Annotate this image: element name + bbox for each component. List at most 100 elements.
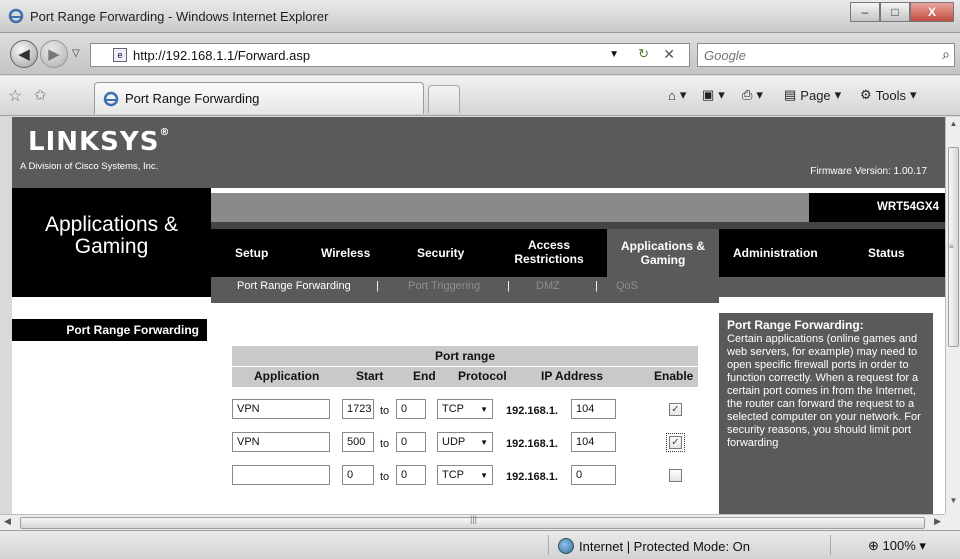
add-favorites-icon[interactable]: ✩ bbox=[34, 86, 47, 104]
zoom-icon: ⊕ bbox=[868, 538, 879, 553]
tab-security[interactable]: Security bbox=[417, 246, 464, 260]
page-viewport: LINKSYS® A Division of Cisco Systems, In… bbox=[12, 117, 945, 514]
stop-icon[interactable]: ✕ bbox=[663, 46, 675, 63]
subtab-dmz[interactable]: DMZ bbox=[536, 280, 560, 292]
status-bar: Internet | Protected Mode: On ⊕ 100% ▾ bbox=[0, 530, 960, 559]
dropdown-arrow-icon: ▼ bbox=[480, 471, 488, 480]
tab-access-restrictions[interactable]: Access Restrictions bbox=[503, 238, 595, 266]
search-box[interactable]: ⌕ bbox=[697, 43, 955, 67]
protocol-select[interactable]: TCP ▼ bbox=[437, 465, 493, 485]
check-mark-icon: ✓ bbox=[671, 437, 680, 448]
start-port-field[interactable]: 1723 bbox=[342, 399, 374, 419]
print-button[interactable]: ⎙ ▾ bbox=[742, 87, 763, 103]
subtab-qos[interactable]: QoS bbox=[616, 280, 638, 292]
page-menu[interactable]: ▤ Page ▾ bbox=[784, 87, 841, 103]
enable-checkbox[interactable]: ✓ bbox=[669, 403, 682, 416]
horizontal-scrollbar[interactable]: ◀ ||| ▶ bbox=[0, 514, 945, 530]
zoom-control[interactable]: ⊕ 100% ▾ bbox=[868, 538, 926, 554]
recent-pages-dropdown[interactable]: ▽ bbox=[72, 48, 80, 59]
to-label: to bbox=[380, 438, 390, 450]
table-row: VPN 500 to 0 UDP ▼ 192.168.1. 104 ✓ bbox=[232, 432, 698, 456]
end-port-field[interactable]: 0 bbox=[396, 465, 426, 485]
col-application: Application bbox=[254, 369, 320, 383]
sub-nav: Port Range Forwarding | Port Triggering … bbox=[211, 277, 945, 297]
favorites-star-icon[interactable]: ☆ bbox=[8, 86, 22, 106]
ip-suffix-field[interactable]: 0 bbox=[571, 465, 616, 485]
application-name-field[interactable] bbox=[232, 465, 330, 485]
ip-suffix-field[interactable]: 104 bbox=[571, 432, 616, 452]
ip-suffix-field[interactable]: 104 bbox=[571, 399, 616, 419]
zoom-level: 100% bbox=[882, 538, 916, 553]
scroll-grip-icon: ≡ bbox=[949, 242, 954, 251]
tab-ie-icon bbox=[103, 91, 119, 106]
navigation-bar: ◀ ▶ ▽ e http://192.168.1.1/Forward.asp ▼… bbox=[0, 33, 960, 75]
col-end: End bbox=[413, 369, 436, 383]
window-title: Port Range Forwarding - Windows Internet… bbox=[30, 9, 329, 24]
logo-registered-mark: ® bbox=[159, 127, 171, 138]
router-model: WRT54GX4 bbox=[877, 201, 939, 213]
address-url[interactable]: http://192.168.1.1/Forward.asp bbox=[133, 48, 310, 63]
col-enable: Enable bbox=[654, 369, 694, 383]
subtab-port-range-forwarding[interactable]: Port Range Forwarding bbox=[237, 280, 351, 292]
forward-button[interactable]: ▶ bbox=[40, 40, 68, 68]
tools-menu-label: Tools bbox=[875, 87, 907, 103]
tab-status[interactable]: Status bbox=[868, 246, 905, 260]
tab-label: Port Range Forwarding bbox=[125, 91, 260, 106]
tools-menu[interactable]: ⚙ Tools ▾ bbox=[860, 87, 917, 103]
minimize-icon: – bbox=[861, 5, 869, 19]
enable-checkbox[interactable] bbox=[669, 469, 682, 482]
title-bar: Port Range Forwarding - Windows Internet… bbox=[0, 0, 960, 33]
refresh-icon[interactable]: ↻ bbox=[638, 46, 649, 62]
feeds-button[interactable]: ▣ ▾ bbox=[702, 87, 725, 103]
start-port-field[interactable]: 0 bbox=[342, 465, 374, 485]
minimize-button[interactable]: – bbox=[850, 2, 880, 22]
security-zone[interactable]: Internet | Protected Mode: On bbox=[558, 538, 750, 554]
address-dropdown-icon[interactable]: ▼ bbox=[609, 49, 619, 60]
to-label: to bbox=[380, 471, 390, 483]
tab-administration[interactable]: Administration bbox=[733, 246, 818, 260]
enable-checkbox[interactable]: ✓ bbox=[666, 433, 685, 452]
scroll-down-icon[interactable]: ▼ bbox=[946, 496, 960, 512]
logo-text: LINKSYS bbox=[28, 127, 160, 157]
end-port-field[interactable]: 0 bbox=[396, 399, 426, 419]
page-icon: e bbox=[113, 48, 127, 62]
page-menu-label: Page bbox=[800, 87, 831, 103]
browser-tab-active[interactable]: Port Range Forwarding bbox=[94, 82, 424, 114]
home-button[interactable]: ⌂ ▾ bbox=[668, 87, 686, 103]
section-title: Applications & Gaming bbox=[44, 213, 179, 258]
maximize-button[interactable]: □ bbox=[880, 2, 910, 22]
zone-label: Internet | Protected Mode: On bbox=[579, 538, 751, 554]
scroll-up-icon[interactable]: ▲ bbox=[946, 119, 960, 135]
protocol-select[interactable]: TCP ▼ bbox=[437, 399, 493, 419]
subtab-port-triggering[interactable]: Port Triggering bbox=[408, 280, 480, 292]
gear-icon: ⚙ bbox=[860, 87, 872, 102]
col-protocol: Protocol bbox=[458, 369, 507, 383]
tab-setup[interactable]: Setup bbox=[235, 246, 268, 260]
application-name-field[interactable]: VPN bbox=[232, 399, 330, 419]
size-grip bbox=[945, 514, 960, 530]
close-button[interactable]: X bbox=[910, 2, 954, 22]
vertical-scrollbar[interactable]: ▲ ≡ ▼ bbox=[945, 117, 960, 514]
scroll-right-icon[interactable]: ▶ bbox=[934, 516, 941, 527]
protocol-value: UDP bbox=[442, 436, 466, 448]
forward-arrow-icon: ▶ bbox=[48, 46, 60, 63]
page-menu-icon: ▤ bbox=[784, 87, 797, 102]
back-button[interactable]: ◀ bbox=[10, 40, 38, 68]
start-port-field[interactable]: 500 bbox=[342, 432, 374, 452]
subnav-separator: | bbox=[595, 280, 598, 292]
tab-applications-gaming[interactable]: Applications & Gaming bbox=[607, 229, 719, 277]
scroll-left-icon[interactable]: ◀ bbox=[4, 516, 11, 527]
address-bar[interactable]: e http://192.168.1.1/Forward.asp ▼ ↻ ✕ bbox=[90, 43, 690, 67]
application-name-field[interactable]: VPN bbox=[232, 432, 330, 452]
tab-wireless[interactable]: Wireless bbox=[321, 246, 370, 260]
protocol-select[interactable]: UDP ▼ bbox=[437, 432, 493, 452]
search-input[interactable] bbox=[698, 44, 918, 67]
col-start: Start bbox=[356, 369, 384, 383]
subnav-separator: | bbox=[376, 280, 379, 292]
end-port-field[interactable]: 0 bbox=[396, 432, 426, 452]
protocol-value: TCP bbox=[442, 403, 464, 415]
search-icon[interactable]: ⌕ bbox=[942, 46, 950, 63]
new-tab-button[interactable] bbox=[428, 85, 460, 113]
back-arrow-icon: ◀ bbox=[18, 46, 30, 63]
ie-logo-icon bbox=[8, 8, 24, 24]
